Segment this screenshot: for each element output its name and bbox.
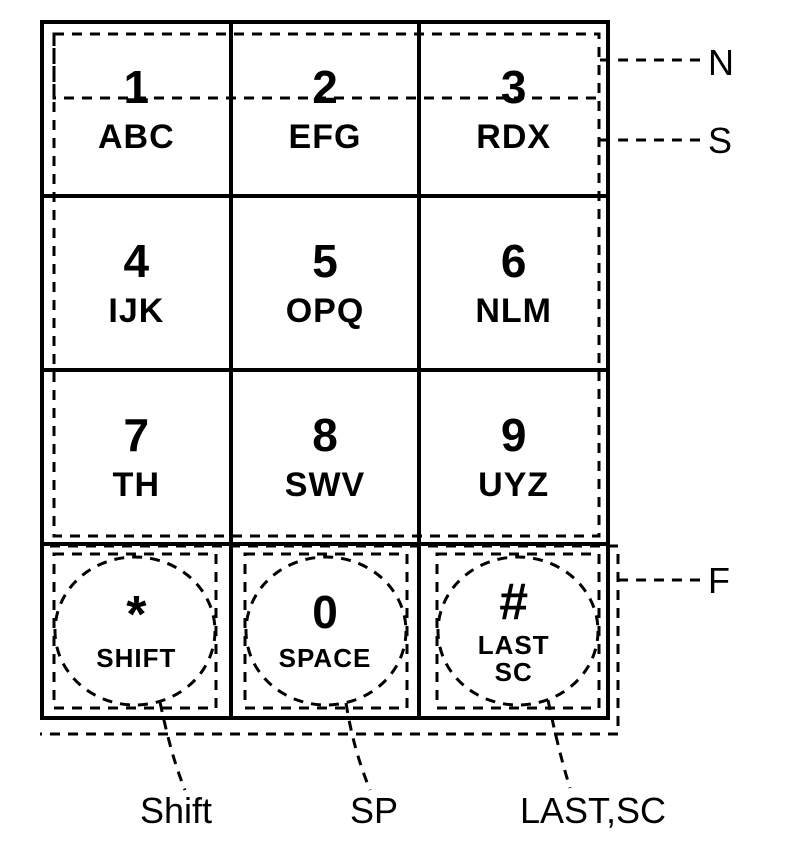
- key-function: SPACE: [279, 645, 372, 672]
- key-letters: NLM: [475, 294, 552, 328]
- key-4[interactable]: 4 IJK: [44, 198, 229, 368]
- key-3[interactable]: 3 RDX: [417, 24, 606, 194]
- label-shift: Shift: [140, 790, 212, 832]
- keypad-row-3: 7 TH 8 SWV 9 UYZ: [44, 368, 606, 542]
- key-letters: EFG: [289, 120, 362, 154]
- label-n: N: [708, 42, 734, 84]
- key-symbol: *: [126, 589, 146, 641]
- key-number: 4: [124, 238, 150, 284]
- key-8[interactable]: 8 SWV: [229, 372, 418, 542]
- key-letters: ABC: [98, 120, 175, 154]
- key-0[interactable]: 0 SPACE: [229, 546, 418, 716]
- key-2[interactable]: 2 EFG: [229, 24, 418, 194]
- key-number: 7: [124, 412, 150, 458]
- keypad-row-4: * SHIFT 0 SPACE # LAST SC: [44, 542, 606, 716]
- label-sp: SP: [350, 790, 398, 832]
- key-5[interactable]: 5 OPQ: [229, 198, 418, 368]
- key-letters: SWV: [285, 468, 365, 502]
- key-letters: OPQ: [286, 294, 365, 328]
- key-letters: RDX: [476, 120, 551, 154]
- keypad-row-2: 4 IJK 5 OPQ 6 NLM: [44, 194, 606, 368]
- key-number: 2: [312, 64, 338, 110]
- key-number: 9: [501, 412, 527, 458]
- label-s: S: [708, 120, 732, 162]
- key-letters: UYZ: [478, 468, 549, 502]
- key-9[interactable]: 9 UYZ: [417, 372, 606, 542]
- key-function: LAST SC: [478, 632, 550, 687]
- key-hash[interactable]: # LAST SC: [417, 546, 606, 716]
- key-6[interactable]: 6 NLM: [417, 198, 606, 368]
- label-f: F: [708, 560, 730, 602]
- key-star[interactable]: * SHIFT: [44, 546, 229, 716]
- keypad: 1 ABC 2 EFG 3 RDX 4 IJK 5 OPQ 6: [40, 20, 610, 720]
- key-1[interactable]: 1 ABC: [44, 24, 229, 194]
- label-lastsc: LAST,SC: [520, 790, 666, 832]
- key-number: 3: [501, 64, 527, 110]
- key-number: 0: [312, 589, 338, 635]
- key-7[interactable]: 7 TH: [44, 372, 229, 542]
- key-number: 5: [312, 238, 338, 284]
- key-letters: TH: [113, 468, 160, 502]
- key-number: 1: [124, 64, 150, 110]
- key-number: 8: [312, 412, 338, 458]
- key-symbol: #: [499, 576, 528, 628]
- keypad-row-1: 1 ABC 2 EFG 3 RDX: [44, 24, 606, 194]
- key-number: 6: [501, 238, 527, 284]
- key-letters: IJK: [108, 294, 164, 328]
- key-function: SHIFT: [96, 645, 176, 672]
